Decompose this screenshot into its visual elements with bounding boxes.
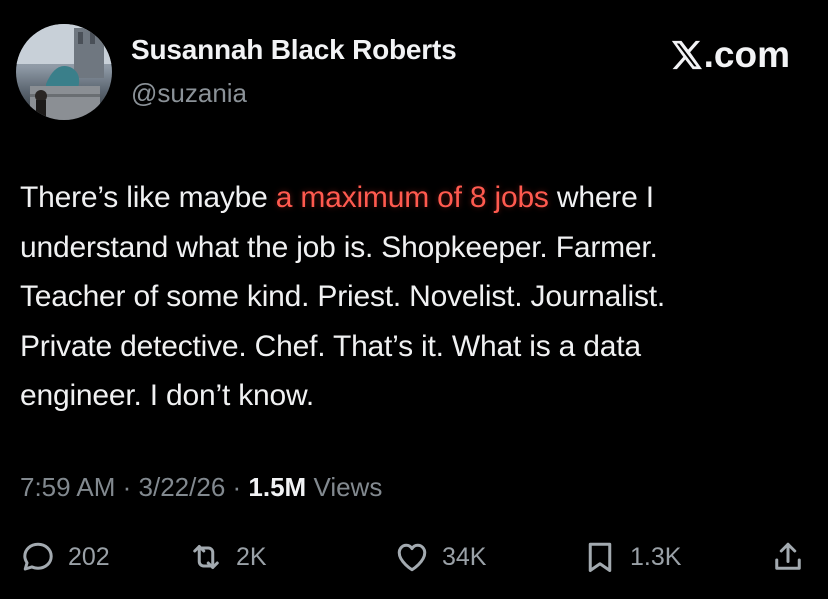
- brand-watermark: .com: [669, 34, 790, 76]
- tweet-text-segment: There’s like maybe: [20, 181, 276, 214]
- x-logo-icon: [671, 40, 702, 70]
- avatar[interactable]: [16, 24, 112, 120]
- tweet-line: Teacher of some kind. Priest. Novelist. …: [20, 280, 666, 313]
- author-name[interactable]: Susannah Black Roberts: [131, 34, 457, 66]
- reply-button[interactable]: 202: [20, 533, 110, 581]
- heart-icon: [397, 543, 427, 572]
- reply-icon: [23, 542, 53, 571]
- tweet-text-segment: where I: [548, 181, 654, 214]
- avatar-photo: [16, 24, 112, 120]
- like-button[interactable]: 34K: [394, 533, 486, 581]
- reply-count: 202: [68, 542, 110, 571]
- repost-count: 2K: [236, 542, 267, 571]
- tweet-text: There’s like maybe a maximum of 8 jobs w…: [20, 173, 820, 421]
- tweet-date[interactable]: 3/22/26: [139, 472, 226, 502]
- tweet-line: engineer. I don’t know.: [20, 379, 314, 412]
- share-button[interactable]: [770, 533, 806, 581]
- tweet-line: Private detective. Chef. That’s it. What…: [20, 329, 641, 363]
- bookmark-count: 1.3K: [630, 542, 682, 571]
- views-count: 1.5M: [248, 472, 307, 502]
- highlighted-phrase: a maximum of 8 jobs: [275, 181, 549, 214]
- bookmark-icon: [588, 542, 612, 572]
- bookmark-button[interactable]: 1.3K: [582, 533, 681, 581]
- views-label: Views: [313, 472, 383, 502]
- like-count: 34K: [442, 542, 487, 571]
- meta-separator: ·: [232, 472, 249, 502]
- meta-separator: ·: [122, 472, 139, 502]
- author-handle[interactable]: @suzania: [131, 78, 247, 109]
- tweet-line: There’s like maybe a maximum of 8 jobs w…: [20, 173, 820, 223]
- action-bar: 202 2K 34K 1.3K: [0, 533, 828, 581]
- tweet-line: understand what the job is. Shopkeeper. …: [20, 230, 658, 264]
- brand-label: .com: [703, 34, 790, 75]
- repost-icon: [193, 545, 219, 569]
- repost-button[interactable]: 2K: [188, 533, 267, 581]
- tweet-meta: 7:59 AM · 3/22/26 · 1.5M Views: [20, 472, 382, 503]
- tweet-time[interactable]: 7:59 AM: [20, 472, 115, 502]
- share-icon: [775, 542, 801, 570]
